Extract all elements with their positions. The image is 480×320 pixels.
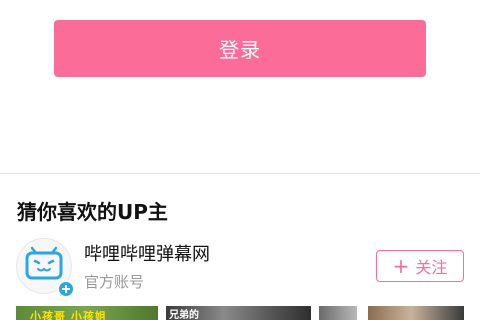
follow-button-label: 关注: [415, 258, 448, 277]
video-thumbnail[interactable]: 兄弟的: [166, 306, 311, 320]
login-button[interactable]: 登录: [54, 20, 426, 77]
section-divider: [0, 173, 480, 174]
plus-icon: +: [392, 254, 410, 278]
follow-button[interactable]: + 关注: [376, 250, 464, 282]
thumbnail-caption: 兄弟的: [169, 310, 199, 320]
video-thumbnail[interactable]: [319, 306, 357, 320]
up-name[interactable]: 哔哩哔哩弹幕网: [84, 240, 210, 266]
thumbnail-caption: 小孩哥 小孩姐: [30, 310, 107, 320]
verified-plus-icon: [57, 280, 75, 298]
section-title: 猜你喜欢的UP主: [17, 200, 168, 224]
login-button-label: 登录: [219, 38, 261, 62]
video-thumbnail[interactable]: [368, 306, 464, 320]
up-subtitle: 官方账号: [84, 273, 145, 291]
up-avatar[interactable]: [16, 238, 75, 298]
video-thumbnail-strip: 小孩哥 小孩姐 兄弟的: [0, 306, 480, 320]
video-thumbnail[interactable]: 小孩哥 小孩姐: [16, 306, 158, 320]
